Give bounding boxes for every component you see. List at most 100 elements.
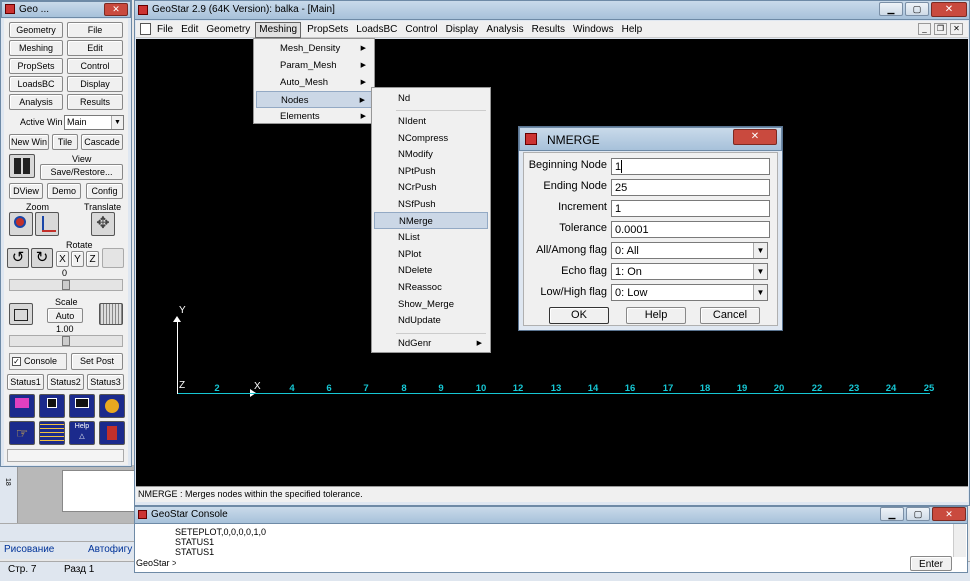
scale-slider[interactable] [9,335,123,347]
rotate-z-button[interactable]: Z [86,251,99,267]
status3-button[interactable]: Status3 [87,374,124,390]
frame-icon[interactable] [9,303,33,325]
cancel-button[interactable]: Cancel [700,307,760,324]
console-close-button[interactable]: ✕ [932,507,966,521]
menu-meshing[interactable]: Meshing [255,22,302,38]
maximize-button[interactable]: ▢ [905,2,929,16]
low-high-select[interactable]: 0: Low ▼ [611,284,768,301]
grid-icon[interactable] [39,421,65,445]
mdi-close-button[interactable]: ✕ [950,23,963,35]
menu-item-nsfpush[interactable]: NSfPush [374,196,488,213]
loadsbc-button[interactable]: LoadsBC [9,76,63,92]
beginning-node-input[interactable]: 1 [611,158,770,175]
menu-file[interactable]: File [157,24,173,38]
menu-item-ndelete[interactable]: NDelete [374,262,488,279]
menu-item-nd[interactable]: Nd [374,90,488,107]
menu-windows[interactable]: Windows [573,24,614,38]
file-button[interactable]: File [67,22,123,38]
rotate-slider-thumb[interactable] [62,280,70,290]
node-label-icon[interactable] [9,394,35,418]
menu-item-nmodify[interactable]: NModify [374,146,488,163]
propsets-button[interactable]: PropSets [9,58,63,74]
menu-edit[interactable]: Edit [181,24,198,38]
exit-icon[interactable] [99,421,125,445]
autoshapes-menu[interactable]: Автофигу [88,544,132,555]
minimize-button[interactable]: ▁ [879,2,903,16]
close-button[interactable]: ✕ [931,2,967,17]
control-button[interactable]: Control [67,58,123,74]
menu-item-nptpush[interactable]: NPtPush [374,163,488,180]
ok-button[interactable]: OK [549,307,609,324]
menu-propsets[interactable]: PropSets [307,24,348,38]
rotate-x-button[interactable]: X [56,251,69,267]
menu-control[interactable]: Control [405,24,437,38]
menu-item-ncompress[interactable]: NCompress [374,130,488,147]
ending-node-input[interactable]: 25 [611,179,770,196]
rotate-ccw-icon[interactable]: ↺ [7,248,29,268]
status1-button[interactable]: Status1 [7,374,44,390]
menu-item-nident[interactable]: NIdent [374,113,488,130]
active-win-select[interactable]: Main ▼ [64,115,124,130]
face-icon[interactable] [99,394,125,418]
console-scrollbar[interactable] [953,524,966,557]
echo-flag-select[interactable]: 1: On ▼ [611,263,768,280]
console-minimize-button[interactable]: ▁ [880,507,904,521]
geometry-button[interactable]: Geometry [9,22,63,38]
rotate-slider[interactable] [9,279,123,291]
menu-geometry[interactable]: Geometry [206,24,250,38]
translate-icon[interactable]: ✥ [91,212,115,236]
menu-item-nodes[interactable]: Nodes ▶ [256,91,372,108]
zoom-in-icon[interactable] [9,212,33,236]
console-command-input[interactable] [176,557,906,570]
help-button[interactable]: Help [626,307,686,324]
set-post-button[interactable]: Set Post [71,353,123,370]
element-label-icon[interactable] [39,394,65,418]
menu-results[interactable]: Results [532,24,565,38]
toolbox-close-button[interactable]: ✕ [104,3,128,16]
reset-view-icon[interactable] [102,248,124,268]
console-checkbox[interactable]: ✓ Console [9,353,67,370]
menu-analysis[interactable]: Analysis [486,24,523,38]
new-win-button[interactable]: New Win [9,134,49,150]
edit-button[interactable]: Edit [67,40,123,56]
console-maximize-button[interactable]: ▢ [906,507,930,521]
cascade-button[interactable]: Cascade [81,134,123,150]
menu-item-param-mesh[interactable]: Param_Mesh ▶ [256,57,372,74]
rotate-y-button[interactable]: Y [71,251,84,267]
mdi-minimize-button[interactable]: _ [918,23,931,35]
menu-item-ncrpush[interactable]: NCrPush [374,179,488,196]
status2-button[interactable]: Status2 [47,374,84,390]
menu-item-ndgenr[interactable]: NdGenr ▶ [374,335,488,352]
menu-loadsbc[interactable]: LoadsBC [356,24,397,38]
menu-item-show-merge[interactable]: Show_Merge [374,296,488,313]
console-enter-button[interactable]: Enter [910,556,952,571]
view-windows-icon[interactable] [9,154,35,178]
zoom-window-icon[interactable] [35,212,59,236]
menu-item-auto-mesh[interactable]: Auto_Mesh ▶ [256,74,372,91]
drawing-menu[interactable]: Рисование [4,544,54,555]
dialog-close-button[interactable]: ✕ [733,129,777,145]
display-button[interactable]: Display [67,76,123,92]
menu-display[interactable]: Display [446,24,479,38]
pattern-icon[interactable] [99,303,123,325]
menu-item-nreassoc[interactable]: NReassoc [374,279,488,296]
demo-button[interactable]: Demo [47,183,81,199]
scale-slider-thumb[interactable] [62,336,70,346]
dview-button[interactable]: DView [9,183,43,199]
menu-help[interactable]: Help [622,24,643,38]
mdi-restore-button[interactable]: ❐ [934,23,947,35]
results-button[interactable]: Results [67,94,123,110]
config-button[interactable]: Config [86,183,123,199]
all-among-select[interactable]: 0: All ▼ [611,242,768,259]
save-restore-button[interactable]: Save/Restore... [40,164,123,180]
meshing-button[interactable]: Meshing [9,40,63,56]
menu-item-mesh-density[interactable]: Mesh_Density ▶ [256,40,372,57]
axis-label-icon[interactable] [69,394,95,418]
menu-item-nplot[interactable]: NPlot [374,246,488,263]
increment-input[interactable]: 1 [611,200,770,217]
menu-item-nlist[interactable]: NList [374,229,488,246]
menu-item-elements[interactable]: Elements ▶ [256,108,372,125]
help-icon[interactable]: Help △ [69,421,95,445]
menu-item-nmerge[interactable]: NMerge [374,212,488,229]
rotate-cw-icon[interactable]: ↻ [31,248,53,268]
